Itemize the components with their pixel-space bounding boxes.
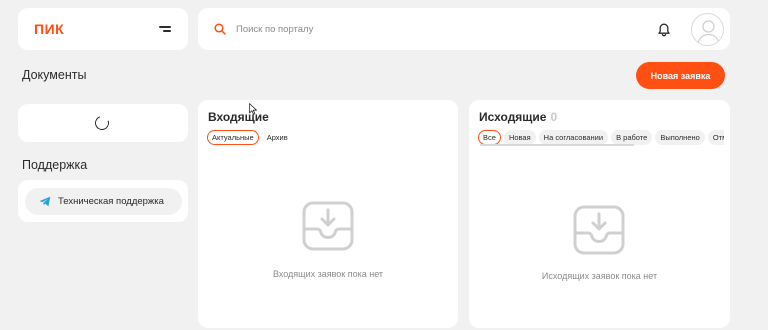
logo-card: ПИК bbox=[18, 8, 188, 50]
telegram-icon bbox=[39, 196, 51, 207]
outgoing-empty-text: Исходящих заявок пока нет bbox=[541, 271, 658, 281]
user-avatar-icon bbox=[697, 20, 720, 44]
bell-icon[interactable] bbox=[656, 22, 672, 38]
search-icon bbox=[214, 23, 226, 35]
tech-support-label: Техническая поддержка bbox=[58, 196, 164, 207]
tech-support-button[interactable]: Техническая поддержка bbox=[25, 188, 182, 215]
filter-cancelled[interactable]: Отм bbox=[707, 130, 724, 145]
top-bar: Поиск по порталу bbox=[198, 8, 730, 50]
outgoing-title-text: Исходящие bbox=[479, 110, 547, 124]
outgoing-title: Исходящие 0 bbox=[479, 110, 557, 124]
search-input[interactable]: Поиск по порталу bbox=[214, 19, 614, 39]
incoming-title: Входящие bbox=[208, 110, 269, 124]
filter-approval[interactable]: На согласовании bbox=[538, 130, 609, 145]
inbox-download-icon bbox=[573, 205, 625, 255]
filter-new[interactable]: Новая bbox=[503, 130, 536, 145]
outgoing-panel: Исходящие 0 Все Новая На согласовании В р… bbox=[469, 100, 730, 328]
logo[interactable]: ПИК bbox=[34, 21, 64, 37]
inbox-download-icon bbox=[302, 201, 354, 251]
filters-scrollbar[interactable] bbox=[480, 144, 634, 146]
tab-actual[interactable]: Актуальные bbox=[207, 130, 259, 145]
menu-icon[interactable] bbox=[159, 23, 171, 35]
page-title: Документы bbox=[22, 68, 87, 82]
filter-done[interactable]: Выполнено bbox=[655, 130, 705, 145]
filter-in-progress[interactable]: В работе bbox=[611, 130, 653, 145]
user-avatar[interactable] bbox=[691, 13, 724, 46]
incoming-empty-text: Входящих заявок пока нет bbox=[272, 269, 384, 279]
mouse-cursor-icon bbox=[249, 103, 257, 115]
incoming-panel: Входящие Актуальные Архив Входящих заяво… bbox=[198, 100, 458, 328]
incoming-tabs: Актуальные Архив bbox=[207, 130, 293, 145]
tab-archive[interactable]: Архив bbox=[262, 130, 293, 145]
filter-all[interactable]: Все bbox=[478, 130, 501, 145]
outgoing-filters: Все Новая На согласовании В работе Выпол… bbox=[478, 130, 724, 145]
new-request-button[interactable]: Новая заявка bbox=[636, 62, 725, 89]
search-placeholder: Поиск по порталу bbox=[236, 23, 314, 35]
support-title: Поддержка bbox=[22, 158, 88, 172]
outgoing-count: 0 bbox=[550, 110, 558, 124]
